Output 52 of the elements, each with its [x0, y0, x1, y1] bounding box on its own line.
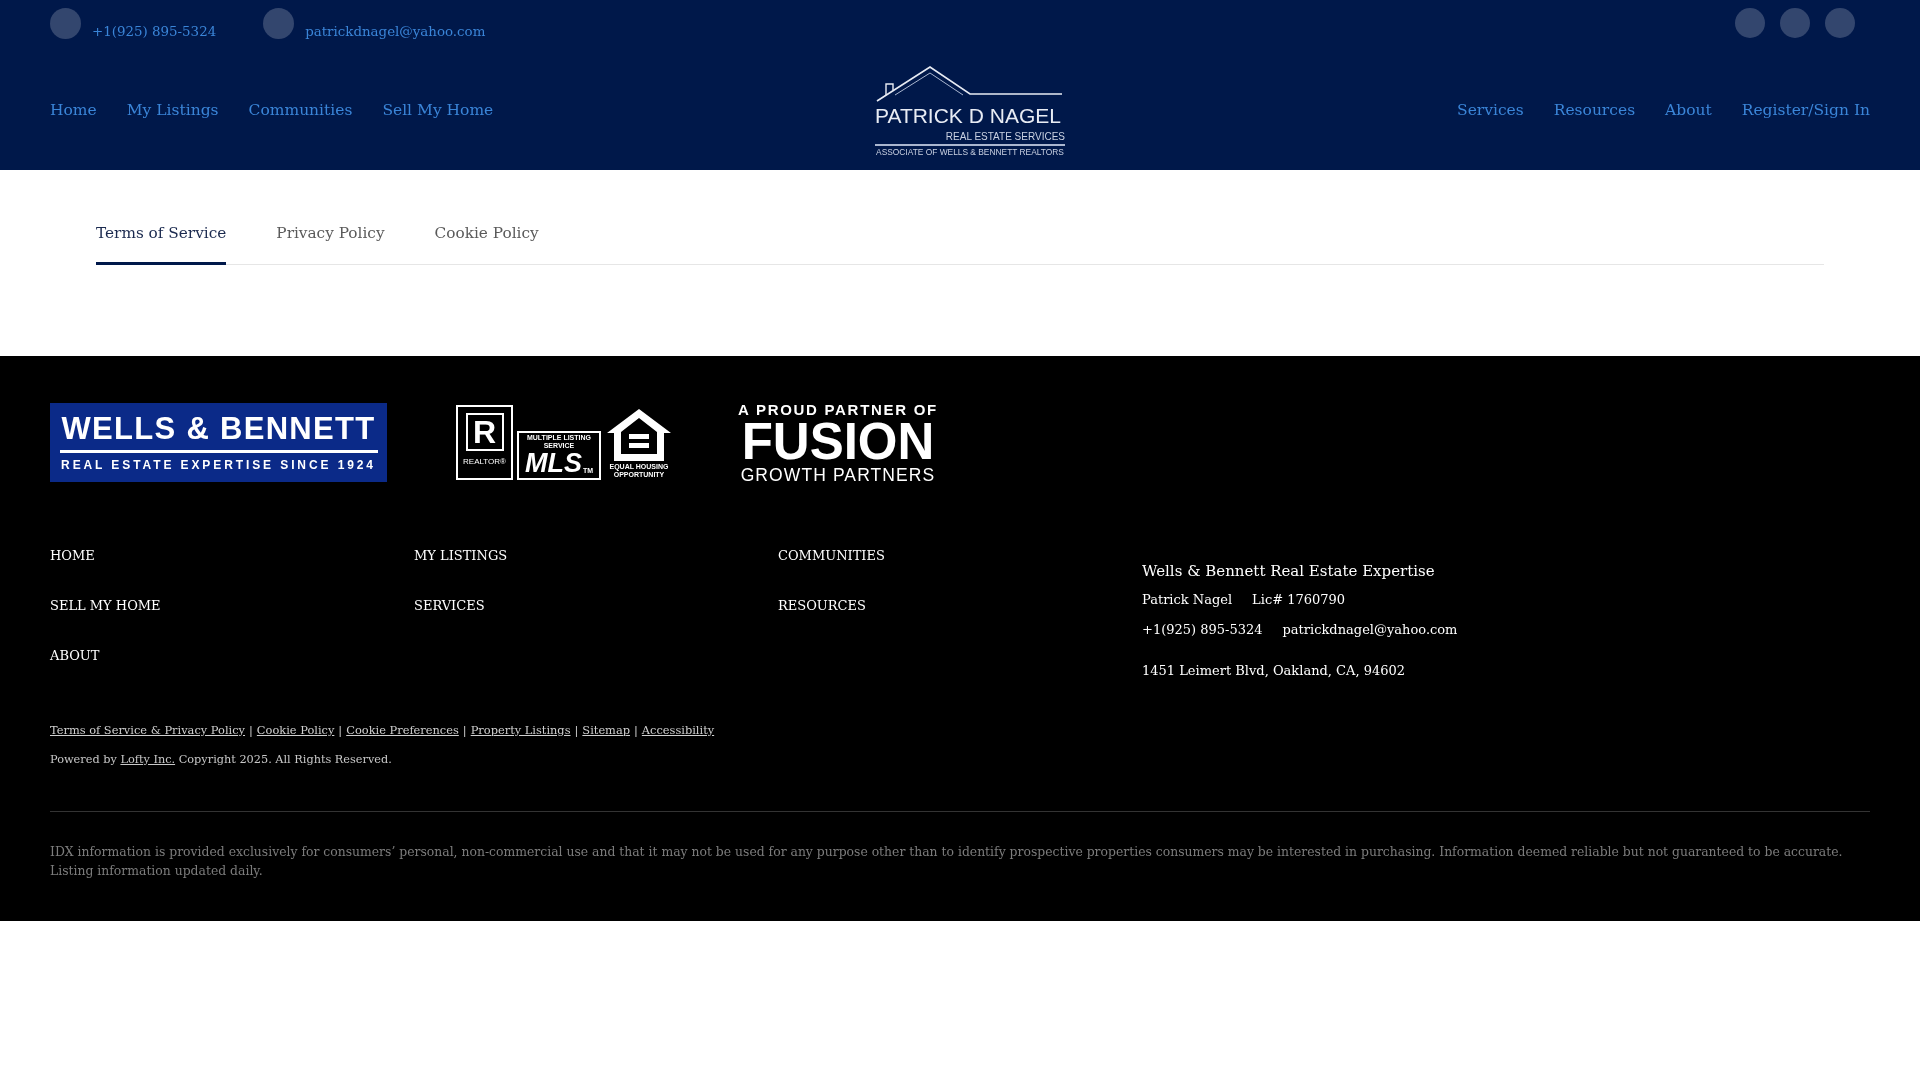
- company-link[interactable]: Lofty Inc.: [120, 753, 176, 766]
- link-separator: |: [338, 722, 343, 739]
- company-name: Wells & Bennett Real Estate Expertise: [1142, 561, 1436, 582]
- nav-link[interactable]: Register/Sign In: [1741, 98, 1870, 122]
- link-separator: |: [462, 722, 467, 739]
- link-separator: |: [574, 722, 579, 739]
- nav-link[interactable]: Services: [1457, 98, 1524, 122]
- footer-link[interactable]: ABOUT: [50, 646, 100, 666]
- disclaimer-text: IDX information is provided exclusively for consumers’ personal, non-commercial use and that it may not be used for any purpose other than to identify prospective properties consumers may be interested in purchasing. Information deemed reliable but not guaranteed to be accurate. Listing information updated daily.: [50, 843, 1844, 880]
- tab[interactable]: Privacy Policy: [276, 221, 385, 265]
- logo-title: PATRICK D NAGEL: [874, 104, 1062, 127]
- logo-tagline: REAL ESTATE EXPERTISE SINCE 1924: [61, 458, 376, 472]
- footer-link[interactable]: HOME: [50, 546, 95, 566]
- partner-name: FUSION: [741, 417, 935, 466]
- nav-link[interactable]: Home: [50, 98, 97, 122]
- link-separator: |: [249, 722, 253, 739]
- nav-link[interactable]: My Listings: [126, 98, 219, 122]
- realtor-mark: R: [465, 413, 504, 451]
- phone-link[interactable]: +1(925) 895-5324: [1142, 619, 1263, 641]
- footer-link[interactable]: COMMUNITIES: [778, 546, 885, 566]
- tab[interactable]: Cookie Policy: [434, 221, 539, 265]
- agent-name: Patrick Nagel: [1142, 591, 1233, 609]
- logo-title: WELLS & BENNETT: [61, 413, 376, 445]
- nav-link[interactable]: Communities: [248, 98, 353, 122]
- contact-link[interactable]: patrickdnagel@yahoo.com: [305, 8, 486, 42]
- address-text: 1451 Leimert Blvd, Oakland, CA, 94602: [1142, 662, 1407, 680]
- nav-link[interactable]: Sell My Home: [382, 98, 494, 122]
- tab[interactable]: Terms of Service: [96, 221, 227, 265]
- footer-link[interactable]: RESOURCES: [778, 596, 866, 616]
- footer-legal-link[interactable]: Accessibility: [641, 721, 715, 739]
- nav-link[interactable]: About: [1665, 98, 1712, 122]
- footer-link[interactable]: MY LISTINGS: [414, 546, 508, 566]
- partner-subtitle: GROWTH PARTNERS: [740, 465, 936, 484]
- footer-legal-link[interactable]: Cookie Policy: [256, 721, 335, 739]
- footer-legal-link[interactable]: Property Listings: [470, 721, 571, 739]
- partner-intro: A PROUD PARTNER OF: [738, 401, 938, 418]
- powered-by-text: Powered by Lofty Inc. Copyright 2025. All Rights Reserved.: [50, 752, 392, 768]
- footer-link[interactable]: SELL MY HOME: [50, 596, 161, 616]
- footer-legal-link[interactable]: Sitemap: [582, 721, 630, 739]
- logo-tagline: ASSOCIATE OF WELLS & BENNETT REALTORS: [875, 146, 1065, 157]
- nav-link[interactable]: Resources: [1553, 98, 1636, 122]
- realtor-label: REALTOR®: [463, 457, 506, 467]
- email-link[interactable]: patrickdnagel@yahoo.com: [1282, 619, 1458, 641]
- footer-legal-link[interactable]: Terms of Service & Privacy Policy: [50, 721, 245, 739]
- license-number: Lic# 1760790: [1252, 591, 1346, 609]
- equal-housing-icon: [607, 409, 671, 461]
- contact-link[interactable]: +1(925) 895-5324: [92, 8, 217, 42]
- mls-title: MLS: [524, 450, 582, 477]
- footer-link[interactable]: SERVICES: [414, 596, 485, 616]
- logo-subtitle: REAL ESTATE SERVICES: [945, 130, 1065, 142]
- link-separator: |: [634, 722, 638, 739]
- footer-legal-link[interactable]: Cookie Preferences: [346, 721, 459, 739]
